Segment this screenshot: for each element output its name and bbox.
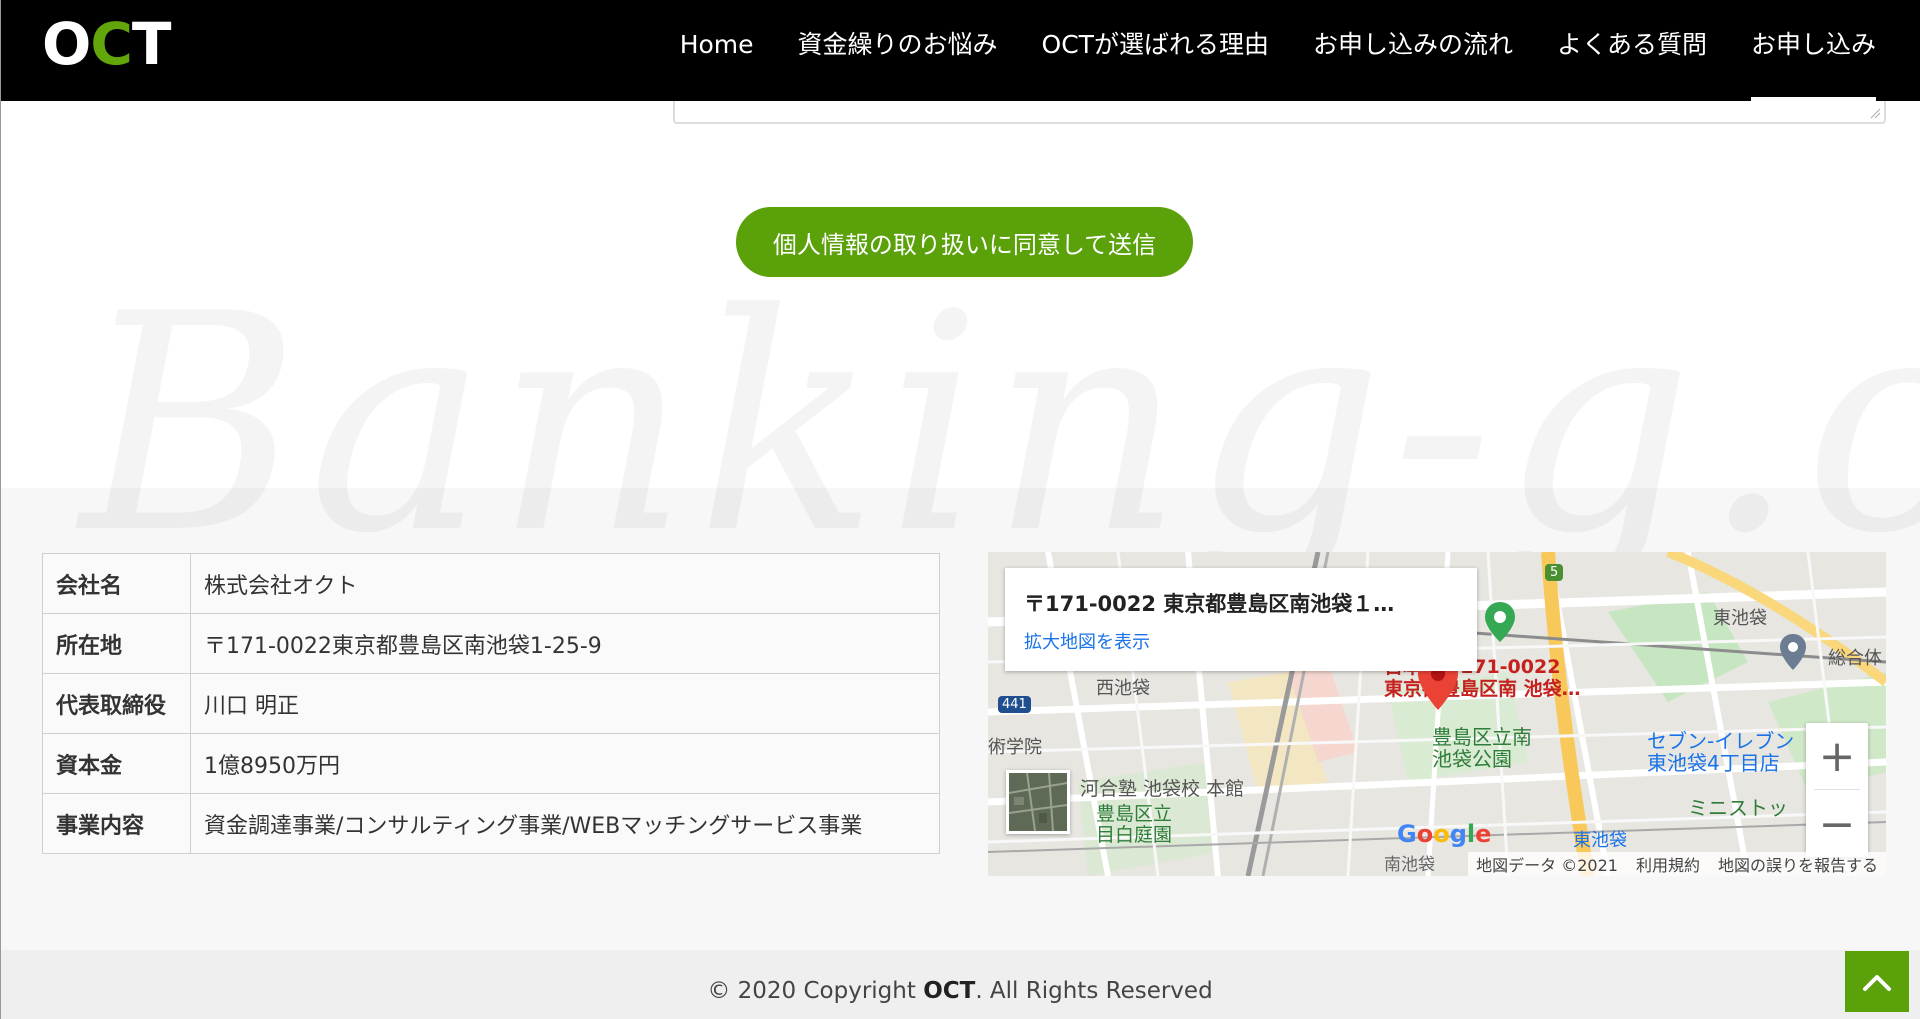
zoom-out-button[interactable]: −	[1806, 791, 1868, 857]
submit-button[interactable]: 個人情報の取り扱いに同意して送信	[736, 207, 1193, 277]
park-pin-icon	[1485, 602, 1515, 642]
map-label: 東池袋	[1573, 830, 1627, 851]
zoom-controls: + −	[1806, 723, 1868, 857]
row-value: 川口 明正	[190, 673, 940, 734]
route-sign: 441	[998, 696, 1031, 713]
table-row: 所在地 〒171-0022東京都豊島区南池袋1-25-9	[42, 613, 940, 674]
copyright-brand: OCT	[923, 978, 976, 1004]
view-larger-map-link[interactable]: 拡大地図を表示	[1024, 628, 1458, 654]
terms-link[interactable]: 利用規約	[1636, 852, 1700, 876]
map-label: ミニストッ	[1688, 796, 1788, 820]
page-edge	[0, 0, 1, 1019]
company-info-table: 会社名 株式会社オクト 所在地 〒171-0022東京都豊島区南池袋1-25-9…	[42, 553, 940, 854]
satellite-toggle[interactable]	[1006, 770, 1070, 834]
row-value: 1億8950万円	[190, 733, 940, 794]
nav-home[interactable]: Home	[680, 0, 754, 101]
map-info-card: 〒171-0022 東京都豊島区南池袋１… 拡大地図を表示	[1005, 568, 1477, 671]
map-label-store: セブン-イレブン 東池袋4丁目店	[1647, 729, 1795, 775]
map-label: 河合塾 池袋校 本館	[1080, 778, 1245, 800]
google-logo: Google	[1397, 820, 1492, 848]
nav-apply[interactable]: お申し込み	[1750, 0, 1877, 101]
nav-application-flow[interactable]: お申し込みの流れ	[1313, 0, 1513, 101]
row-key: 会社名	[42, 553, 191, 614]
map-label: 南池袋	[1384, 855, 1435, 875]
logo-letter-t: T	[131, 10, 172, 78]
route-sign: 5	[1545, 564, 1564, 581]
chevron-up-icon	[1863, 974, 1891, 991]
site-logo[interactable]: OCT	[42, 14, 171, 74]
copyright-text: © 2020 Copyright OCT. All Rights Reserve…	[0, 978, 1920, 1004]
zoom-in-button[interactable]: +	[1806, 723, 1868, 789]
row-key: 資本金	[42, 733, 191, 794]
map-label: 西池袋	[1096, 678, 1150, 699]
row-key: 事業内容	[42, 793, 191, 854]
map-attribution: 地図データ ©2021 利用規約 地図の誤りを報告する	[1468, 852, 1886, 876]
resize-grip-icon[interactable]	[1869, 107, 1881, 119]
map-label-park: 豊島区立南 池袋公園	[1432, 725, 1532, 771]
logo-letter-o: O	[42, 10, 91, 78]
nav-faq[interactable]: よくある質問	[1557, 0, 1707, 101]
map-label: 総合体	[1828, 648, 1882, 669]
table-row: 資本金 1億8950万円	[42, 733, 940, 794]
row-value: 〒171-0022東京都豊島区南池袋1-25-9	[190, 613, 940, 674]
copyright-suffix: . All Rights Reserved	[975, 978, 1213, 1004]
embedded-map[interactable]: 西池袋 東池袋 総合体 豊島区立南 池袋公園 セブン-イレブン 東池袋4丁目店 ミニ…	[988, 552, 1886, 876]
row-key: 代表取締役	[42, 673, 191, 734]
map-label: 術学院	[988, 737, 1042, 758]
site-header: OCT Home 資金繰りのお悩み OCTが選ばれる理由 お申し込みの流れ よく…	[0, 0, 1920, 101]
table-row: 会社名 株式会社オクト	[42, 553, 940, 614]
poi-pin-icon	[1780, 634, 1806, 670]
row-key: 所在地	[42, 613, 191, 674]
map-data-credit: 地図データ ©2021	[1476, 856, 1618, 875]
nav-why-oct[interactable]: OCTが選ばれる理由	[1042, 0, 1269, 101]
zoom-divider	[1814, 789, 1860, 790]
report-error-link[interactable]: 地図の誤りを報告する	[1718, 852, 1878, 876]
copyright-prefix: © 2020 Copyright	[707, 978, 924, 1004]
satellite-thumbnail-icon	[1009, 773, 1067, 831]
table-row: 代表取締役 川口 明正	[42, 673, 940, 734]
map-label: 東池袋	[1713, 608, 1767, 629]
row-value: 資金調達事業/コンサルティング事業/WEBマッチングサービス事業	[190, 793, 940, 854]
row-value: 株式会社オクト	[190, 553, 940, 614]
map-label-garden: 豊島区立 目白庭園	[1096, 803, 1173, 846]
map-card-address: 〒171-0022 東京都豊島区南池袋１…	[1024, 592, 1395, 616]
logo-letter-c: C	[90, 10, 133, 78]
back-to-top-button[interactable]	[1845, 951, 1909, 1012]
table-row: 事業内容 資金調達事業/コンサルティング事業/WEBマッチングサービス事業	[42, 793, 940, 854]
nav-cashflow-concerns[interactable]: 資金繰りのお悩み	[798, 0, 998, 101]
main-nav: Home 資金繰りのお悩み OCTが選ばれる理由 お申し込みの流れ よくある質問…	[636, 0, 1877, 101]
